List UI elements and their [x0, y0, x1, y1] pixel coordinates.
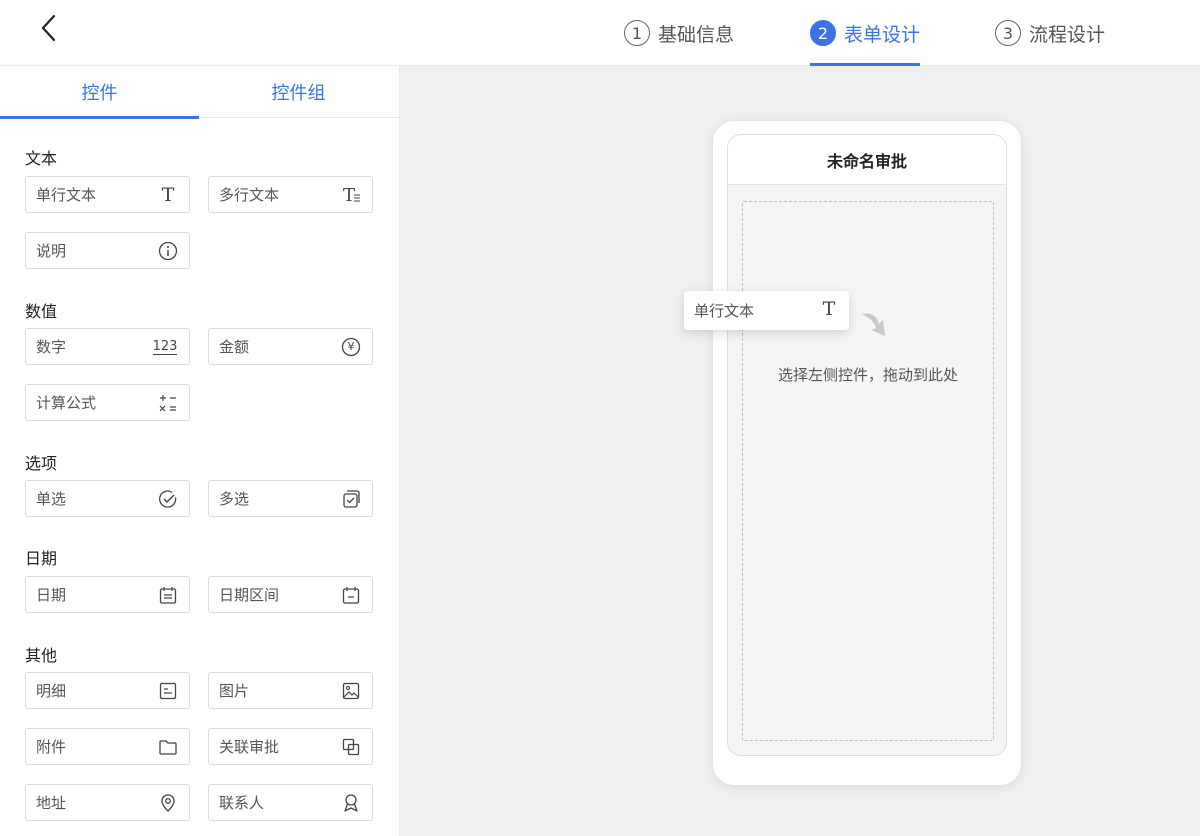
yen-glyph: ¥: [347, 340, 355, 353]
step-number: 2: [810, 20, 836, 46]
yen-icon: ¥: [340, 336, 362, 358]
drop-zone[interactable]: 选择左侧控件，拖动到此处: [742, 201, 994, 741]
step-form-design[interactable]: 2 表单设计: [810, 0, 921, 66]
controls-panel: 控件 控件组 文本 单行文本 T 多行文本 T 说明 数值 数字 123 金额 …: [0, 66, 400, 836]
section-title-other: 其他: [25, 646, 58, 665]
panel-tabs: 控件 控件组: [0, 66, 399, 119]
text-icon: T: [157, 184, 179, 206]
control-label: 日期: [36, 586, 67, 604]
control-single-choice[interactable]: 单选: [25, 480, 190, 517]
text-icon: T: [819, 298, 839, 323]
step-label: 基础信息: [658, 23, 735, 46]
step-basic-info[interactable]: 1 基础信息: [624, 0, 734, 66]
tab-control-groups[interactable]: 控件组: [199, 66, 398, 118]
control-label: 联系人: [219, 794, 265, 812]
control-label: 单选: [36, 490, 67, 508]
form-title[interactable]: 未命名审批: [728, 135, 1006, 185]
control-linked-approval[interactable]: 关联审批: [208, 728, 373, 765]
step-label: 流程设计: [1029, 23, 1106, 46]
control-number[interactable]: 数字 123: [25, 328, 190, 365]
control-date-range[interactable]: 日期区间: [208, 576, 373, 613]
step-label: 表单设计: [844, 23, 921, 46]
control-label: 说明: [36, 242, 67, 260]
tab-controls[interactable]: 控件: [0, 66, 199, 119]
info-icon: [157, 240, 179, 262]
formula-icon: [157, 392, 179, 414]
control-multi-line-text[interactable]: 多行文本 T: [208, 176, 373, 213]
control-amount[interactable]: 金额 ¥: [208, 328, 373, 365]
image-icon: [340, 680, 362, 702]
control-label: 日期区间: [219, 586, 280, 604]
top-header: 1 基础信息 2 表单设计 3 流程设计: [0, 0, 1200, 66]
svg-text:T: T: [343, 185, 355, 205]
control-formula[interactable]: 计算公式: [25, 384, 190, 421]
step-flow-design[interactable]: 3 流程设计: [995, 0, 1105, 66]
section-title-text: 文本: [25, 149, 58, 168]
detail-icon: [157, 680, 179, 702]
form-canvas: 未命名审批 选择左侧控件，拖动到此处: [400, 66, 1200, 836]
link-approval-icon: [340, 736, 362, 758]
control-single-line-text[interactable]: 单行文本 T: [25, 176, 190, 213]
step-number: 3: [995, 20, 1021, 46]
svg-text:T: T: [823, 299, 836, 319]
control-attachment[interactable]: 附件: [25, 728, 190, 765]
drop-hint: 选择左侧控件，拖动到此处: [777, 366, 958, 384]
control-label: 数字: [36, 338, 67, 356]
location-icon: [157, 792, 179, 814]
control-label: 单行文本: [36, 186, 97, 204]
drag-arrow-icon: [862, 313, 885, 336]
control-label: 计算公式: [36, 394, 97, 412]
control-label: 图片: [219, 682, 250, 700]
control-image[interactable]: 图片: [208, 672, 373, 709]
check-circle-icon: [157, 488, 179, 510]
phone-screen: 未命名审批 选择左侧控件，拖动到此处: [727, 134, 1007, 756]
control-label: 附件: [36, 738, 67, 756]
folder-icon: [157, 736, 179, 758]
control-label: 明细: [36, 682, 67, 700]
control-date[interactable]: 日期: [25, 576, 190, 613]
control-label: 多行文本: [219, 186, 280, 204]
step-indicator: 1 基础信息 2 表单设计 3 流程设计: [0, 0, 1200, 66]
section-title-number: 数值: [25, 302, 58, 321]
section-title-option: 选项: [25, 454, 58, 473]
drag-ghost-single-line-text[interactable]: 单行文本 T: [684, 291, 849, 330]
multi-check-icon: [340, 488, 362, 510]
multiline-text-icon: T: [340, 184, 362, 206]
contact-icon: [340, 792, 362, 814]
section-title-date: 日期: [25, 549, 58, 568]
calendar-icon: [157, 584, 179, 606]
step-number: 1: [624, 20, 650, 46]
number-glyph: 123: [152, 338, 178, 355]
control-label: 关联审批: [219, 738, 280, 756]
control-detail[interactable]: 明细: [25, 672, 190, 709]
control-contact[interactable]: 联系人: [208, 784, 373, 821]
control-label: 单行文本: [694, 302, 755, 320]
number-icon: 123: [151, 336, 179, 358]
control-label: 地址: [36, 794, 67, 812]
phone-preview: 未命名审批 选择左侧控件，拖动到此处: [712, 120, 1022, 786]
control-description[interactable]: 说明: [25, 232, 190, 269]
calendar-range-icon: [340, 584, 362, 606]
control-label: 金额: [219, 338, 250, 356]
svg-text:T: T: [162, 185, 175, 205]
control-address[interactable]: 地址: [25, 784, 190, 821]
control-multi-choice[interactable]: 多选: [208, 480, 373, 517]
control-label: 多选: [219, 490, 250, 508]
